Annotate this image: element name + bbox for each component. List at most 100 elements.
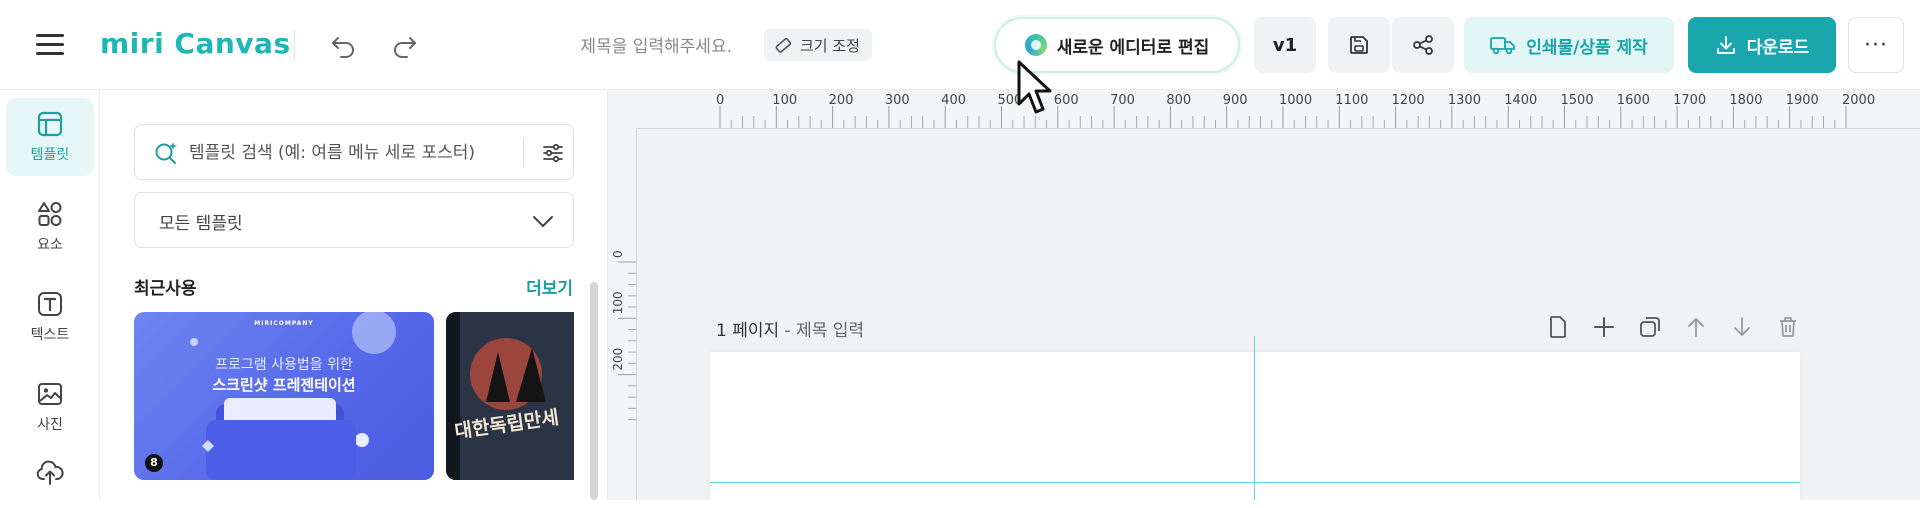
sidebar-item-label: 요소 [37,237,63,253]
page-title[interactable]: 1 페이지 - 제목 입력 [716,316,864,341]
page-number: 1 페이지 [716,321,780,341]
sidebar-item-label: 사진 [37,417,63,433]
sidebar-item-upload[interactable] [6,456,94,508]
version-button[interactable]: v1 [1254,17,1316,73]
recent-template-thumbnail[interactable]: MIRICOMPANY 프로그램 사용법을 위한 스크린샷 프레젠테이션 8 [134,312,434,480]
template-search-input[interactable] [187,139,511,167]
save-icon [1350,36,1368,54]
redo-icon[interactable] [388,30,420,62]
ruler-tick-label: 200 [829,93,854,108]
ruler-tick-label: 1300 [1448,93,1481,108]
photo-icon [38,383,62,405]
download-icon [1716,36,1735,54]
more-options-button[interactable]: ··· [1848,17,1904,73]
page-toolbar [1542,312,1804,342]
print-product-button[interactable]: 인쇄물/상품 제작 [1464,17,1674,73]
canvas-workspace: 0 100 200 300 400 500 600 700 800 900 1000 1100 1200… [608,90,1920,500]
ruler-ticks: 0 100 200 300 400 500 600 700 800 900 1000 1100 1200… [716,93,1875,128]
text-icon [38,292,62,316]
guide-line [1254,336,1255,352]
sidebar-item-label: 템플릿 [30,147,70,163]
delete-page-icon[interactable] [1772,312,1804,342]
resize-button[interactable]: 크기 조정 [764,29,872,61]
ruler-icon [775,38,792,53]
ruler-tick-label: 700 [1110,93,1135,108]
poster-artwork [446,312,574,480]
chevron-down-icon [533,216,553,227]
new-editor-label: 새로운 에디터로 편집 [1056,37,1210,58]
template-icon [37,111,63,137]
ruler-tick-label: 300 [885,93,910,108]
duplicate-page-icon[interactable] [1634,312,1666,342]
ruler-tick-label: 0 [716,93,724,108]
mouse-cursor-icon [1017,60,1052,114]
thumbnail-line2: 스크린샷 프레젠테이션 [212,376,356,394]
ruler-tick-label: 1700 [1673,93,1706,108]
print-product-label: 인쇄물/상품 제작 [1526,37,1648,58]
move-page-down-icon[interactable] [1726,312,1758,342]
page-title-separator: - [779,321,797,341]
sidebar-item-text[interactable]: 텍스트 [6,278,94,356]
presentation-artwork [145,312,396,480]
top-bar: miri Canvas 크기 조정 새로운 에디터로 편집 v1 인쇄물/상품 … [0,0,1920,90]
ai-search-icon [155,142,177,164]
template-category-select[interactable]: 모든 템플릿 [134,192,574,248]
ruler-tick-label: 1200 [1392,93,1425,108]
center-guide-vertical [1254,352,1255,500]
elements-icon [38,202,62,226]
ruler-tick-label: 1000 [1279,93,1312,108]
menu-icon[interactable] [36,34,64,56]
ruler-tick-label: 200 [611,348,625,371]
recent-template-thumbnail[interactable]: 대한독립만세 [446,312,574,480]
ruler-tick-label: 100 [772,93,797,108]
page-title-placeholder[interactable]: 제목 입력 [796,321,864,341]
vertical-ruler-ticks: 0 100 200 [611,250,636,421]
add-page-icon[interactable] [1588,312,1620,342]
thumbnail-line1: 프로그램 사용법을 위한 [215,357,353,373]
truck-icon [1490,37,1516,55]
recent-more-link[interactable]: 더보기 [526,274,573,299]
document-title-input[interactable] [520,33,734,61]
guide-horizontal [710,482,1800,483]
ruler-tick-label: 600 [1054,93,1079,108]
ruler-tick-label: 1400 [1504,93,1537,108]
filter-icon[interactable] [541,141,565,165]
undo-icon[interactable] [328,30,360,62]
left-sidebar: 템플릿 요소 텍스트 사진 [0,90,100,500]
horizontal-ruler: 0 100 200 300 400 500 600 700 800 900 1000 1100 1200… [608,90,1920,129]
ruler-tick-label: 1600 [1617,93,1650,108]
share-button[interactable] [1392,17,1454,73]
page-count-badge: 8 [150,456,158,469]
panel-scrollbar[interactable] [590,282,598,500]
sidebar-item-template[interactable]: 템플릿 [6,98,94,176]
ruler-tick-label: 1100 [1335,93,1368,108]
sidebar-item-label: 텍스트 [30,327,70,343]
ruler-tick-label: 1500 [1561,93,1594,108]
new-editor-logo-icon [1024,34,1047,56]
ruler-tick-label: 2000 [1842,93,1875,108]
recent-section-title: 최근사용 [134,279,197,299]
save-button[interactable] [1328,17,1390,73]
new-page-icon[interactable] [1542,312,1574,342]
ruler-tick-label: 900 [1223,93,1248,108]
template-panel: 모든 템플릿 최근사용 더보기 MIRICOMPANY 프로그램 사용법을 위한… [100,90,608,500]
ruler-tick-label: 0 [611,250,625,258]
ruler-tick-label: 1900 [1786,93,1819,108]
share-icon [1413,35,1433,55]
vertical-ruler: 0 100 200 [608,128,637,500]
download-button[interactable]: 다운로드 [1688,17,1836,73]
miricanvas-logo[interactable]: miri Canvas [100,26,291,62]
sidebar-item-elements[interactable]: 요소 [6,188,94,266]
move-page-up-icon[interactable] [1680,312,1712,342]
sidebar-item-photo[interactable]: 사진 [6,368,94,446]
ruler-tick-label: 1800 [1729,93,1762,108]
thumbnail-brand: MIRICOMPANY [254,320,314,327]
header-divider [294,30,295,60]
template-search-box [134,124,574,180]
ruler-tick-label: 800 [1166,93,1191,108]
download-label: 다운로드 [1746,37,1810,58]
ruler-tick-label: 100 [611,291,625,314]
design-page[interactable] [710,352,1800,500]
ruler-tick-label: 400 [941,93,966,108]
upload-icon [36,460,64,485]
